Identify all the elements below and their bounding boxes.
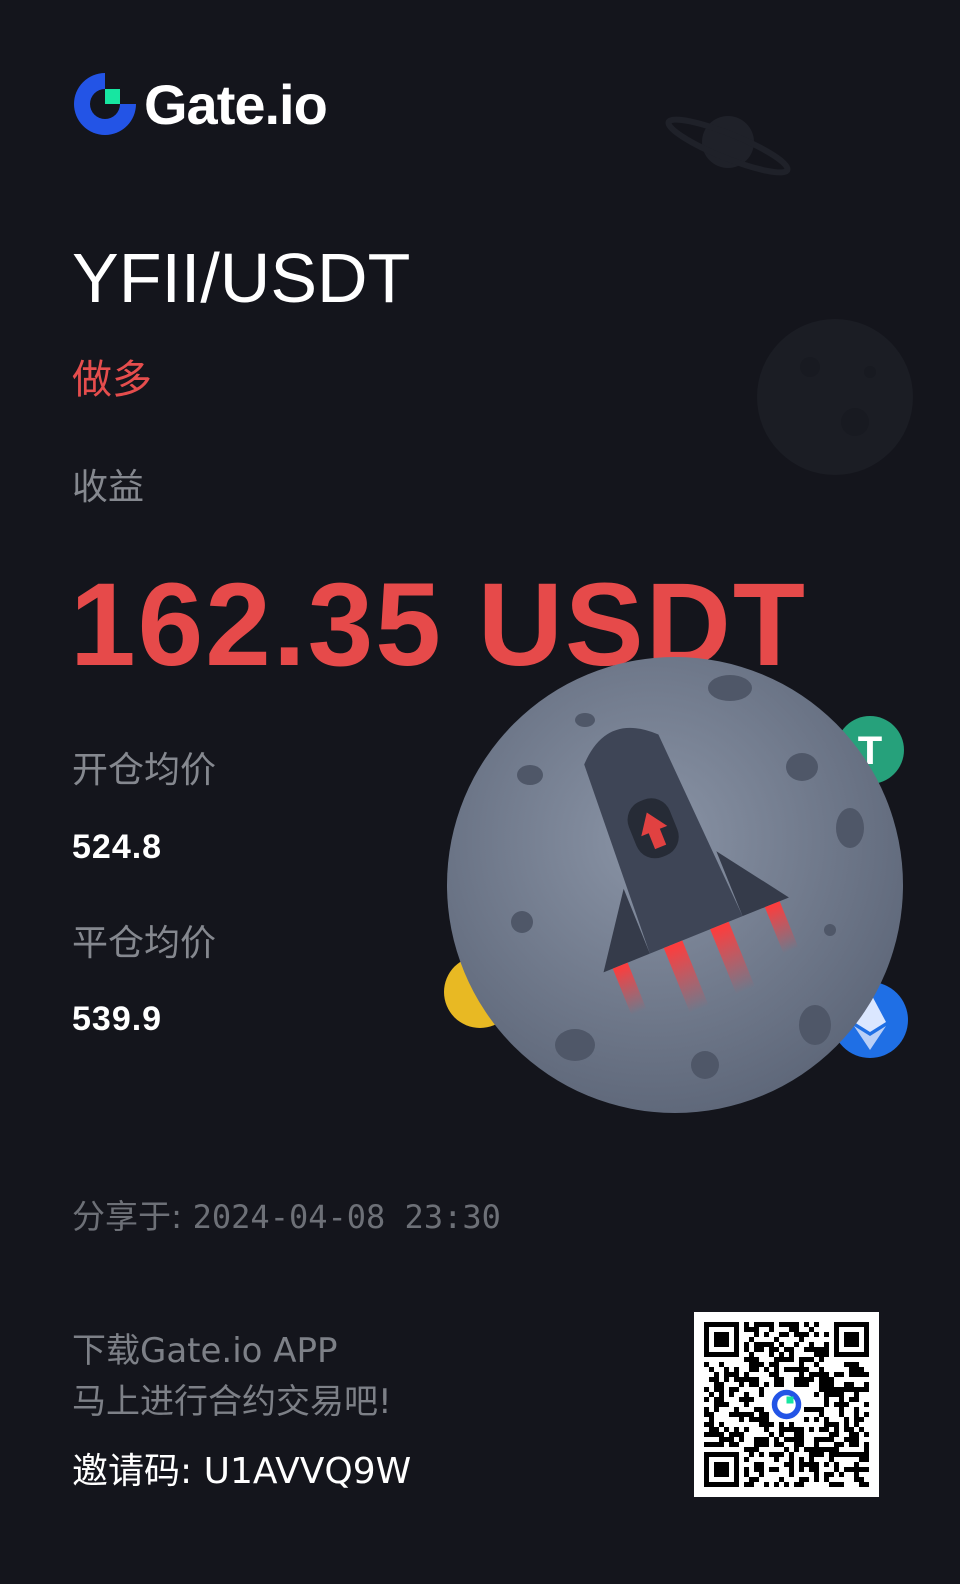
promo-line-2: 马上进行合约交易吧! [72, 1382, 392, 1422]
invite-code: 邀请码: U1AVVQ9W [72, 1454, 411, 1490]
invite-code-value: U1AVVQ9W [203, 1451, 412, 1492]
share-timestamp: 分享于: 2024-04-08 23:30 [72, 1200, 501, 1233]
moon-decoration-icon [757, 319, 913, 475]
promo-line-1: 下载Gate.io APP [72, 1331, 338, 1371]
qr-code[interactable] [694, 1312, 879, 1497]
position-direction: 做多 [72, 357, 152, 403]
app-promo: 下载Gate.io APP 马上进行合约交易吧! [72, 1326, 392, 1428]
entry-price-label: 开仓均价 [72, 750, 217, 791]
gateio-logo: Gate.io [72, 70, 328, 138]
pnl-label: 收益 [72, 467, 145, 508]
exit-price-label: 平仓均价 [72, 923, 217, 964]
brand-name: Gate.io [144, 72, 328, 136]
share-label: 分享于: [72, 1197, 183, 1236]
exit-price-value: 539.9 [72, 1000, 163, 1038]
invite-label: 邀请码: [72, 1451, 193, 1492]
qr-code-icon [704, 1322, 869, 1487]
share-time: 2024-04-08 23:30 [192, 1198, 501, 1236]
trading-pair: YFII/USDT [72, 239, 411, 317]
saturn-decoration-icon [665, 116, 791, 176]
gateio-logo-icon [74, 73, 138, 135]
moon-rocket-illustration: T [444, 657, 908, 1113]
entry-price-value: 524.8 [72, 828, 163, 866]
